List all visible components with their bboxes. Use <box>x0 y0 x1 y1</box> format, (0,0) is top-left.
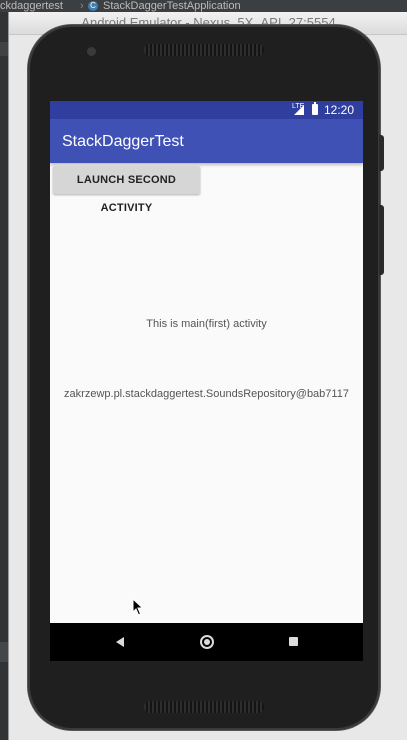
status-time: 12:20 <box>324 103 355 117</box>
ide-tab-strip: ckdaggertest › C StackDaggerTestApplicat… <box>0 0 407 12</box>
launch-second-activity-button[interactable]: LAUNCH SECOND ACTIVITY <box>53 166 200 214</box>
breadcrumb-separator-icon: › <box>80 0 84 12</box>
top-speaker-grille <box>144 44 264 56</box>
ide-class-tab[interactable]: StackDaggerTestApplication <box>103 0 241 12</box>
nav-back-icon[interactable] <box>116 637 124 647</box>
ide-gutter-marker <box>0 42 8 56</box>
volume-button[interactable] <box>379 205 384 275</box>
main-activity-text: This is main(first) activity <box>146 318 267 330</box>
battery-icon <box>312 102 318 115</box>
app-toolbar: StackDaggerTest <box>50 119 363 163</box>
device-screen: LTE 12:20 StackDaggerTest LAUNCH SECOND … <box>50 101 363 661</box>
mouse-cursor-icon <box>132 598 144 616</box>
bottom-speaker-grille <box>144 701 264 713</box>
ide-breadcrumb[interactable]: ckdaggertest <box>0 0 63 12</box>
class-icon: C <box>88 1 98 11</box>
signal-icon <box>294 105 304 115</box>
front-camera <box>87 47 96 56</box>
ide-gutter-marker <box>0 642 8 662</box>
sounds-repository-text: zakrzewp.pl.stackdaggertest.SoundsReposi… <box>64 388 349 400</box>
navigation-bar <box>50 623 363 661</box>
app-title: StackDaggerTest <box>62 133 184 150</box>
nav-recents-icon[interactable] <box>289 637 298 646</box>
status-bar: LTE 12:20 <box>50 101 363 119</box>
nav-home-icon[interactable] <box>200 635 214 649</box>
power-button[interactable] <box>379 135 384 171</box>
